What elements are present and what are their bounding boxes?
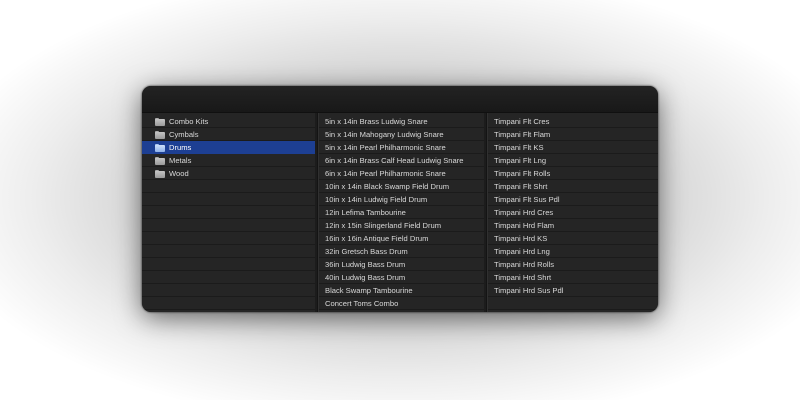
category-item[interactable]: Cymbals xyxy=(142,128,317,141)
instrument-item[interactable]: 16in x 16in Antique Field Drum xyxy=(319,232,486,245)
instrument-item[interactable]: 10in x 14in Black Swamp Field Drum xyxy=(319,180,486,193)
folder-icon xyxy=(155,130,165,139)
instrument-item[interactable]: 12in x 15in Slingerland Field Drum xyxy=(319,219,486,232)
instrument-item[interactable]: 6in x 14in Brass Calf Head Ludwig Snare xyxy=(319,154,486,167)
instrument-item-label: 10in x 14in Ludwig Field Drum xyxy=(325,195,428,204)
articulation-item-label: Timpani Flt KS xyxy=(494,143,544,152)
instrument-item[interactable]: 6in x 14in Pearl Philharmonic Snare xyxy=(319,167,486,180)
folder-icon xyxy=(155,143,165,152)
category-item-label: Metals xyxy=(169,156,192,165)
instrument-item[interactable]: 12in Lefima Tambourine xyxy=(319,206,486,219)
instrument-browser-window: Combo Kits Cymbals Drums Metals Wood 5in x 1… xyxy=(142,86,658,312)
articulation-item[interactable]: Timpani Hrd Flam xyxy=(488,219,658,232)
category-item[interactable]: Metals xyxy=(142,154,317,167)
instrument-item[interactable]: Concert Toms Combo xyxy=(319,297,486,310)
articulation-item[interactable]: Timpani Flt Sus Pdl xyxy=(488,193,658,206)
articulation-item-label: Timpani Flt Lng xyxy=(494,156,547,165)
folder-icon xyxy=(155,117,165,126)
articulation-item-label: Timpani Hrd Flam xyxy=(494,221,555,230)
articulation-item-label: Timpani Flt Sus Pdl xyxy=(494,195,560,204)
articulation-item[interactable]: Timpani Hrd Cres xyxy=(488,206,658,219)
instrument-item-label: 36in Ludwig Bass Drum xyxy=(325,260,406,269)
instrument-item[interactable]: 5in x 14in Brass Ludwig Snare xyxy=(319,115,486,128)
instrument-item-label: 16in x 16in Antique Field Drum xyxy=(325,234,429,243)
category-item[interactable]: Combo Kits xyxy=(142,115,317,128)
articulation-item-label: Timpani Flt Cres xyxy=(494,117,550,126)
column-browser: Combo Kits Cymbals Drums Metals Wood 5in x 1… xyxy=(142,113,658,312)
folder-icon xyxy=(155,169,165,178)
articulation-item[interactable]: Timpani Hrd Shrt xyxy=(488,271,658,284)
category-scrollbar[interactable] xyxy=(315,113,317,312)
category-item[interactable]: Drums xyxy=(142,141,317,154)
instrument-item-label: 12in x 15in Slingerland Field Drum xyxy=(325,221,442,230)
articulation-item-label: Timpani Hrd Sus Pdl xyxy=(494,286,564,295)
articulation-item-label: Timpani Hrd Rolls xyxy=(494,260,555,269)
articulation-item-label: Timpani Hrd Lng xyxy=(494,247,550,256)
instrument-item-label: 32in Gretsch Bass Drum xyxy=(325,247,408,256)
instrument-item-label: 5in x 14in Mahogany Ludwig Snare xyxy=(325,130,444,139)
instrument-item[interactable]: Black Swamp Tambourine xyxy=(319,284,486,297)
category-item-label: Drums xyxy=(169,143,192,152)
articulation-column[interactable]: Timpani Flt Cres Timpani Flt Flam Timpani … xyxy=(487,113,658,312)
articulation-item[interactable]: Timpani Flt Lng xyxy=(488,154,658,167)
articulation-item[interactable]: Timpani Hrd Sus Pdl xyxy=(488,284,658,297)
articulation-item-label: Timpani Flt Shrt xyxy=(494,182,548,191)
instrument-item-label: 5in x 14in Pearl Philharmonic Snare xyxy=(325,143,446,152)
instrument-item-label: 40in Ludwig Bass Drum xyxy=(325,273,406,282)
category-list: Combo Kits Cymbals Drums Metals Wood xyxy=(142,115,317,180)
instrument-list: 5in x 14in Brass Ludwig Snare 5in x 14in … xyxy=(319,115,486,310)
articulation-item-label: Timpani Flt Flam xyxy=(494,130,551,139)
articulation-item[interactable]: Timpani Hrd Rolls xyxy=(488,258,658,271)
instrument-item[interactable]: 36in Ludwig Bass Drum xyxy=(319,258,486,271)
instrument-item-label: 6in x 14in Brass Calf Head Ludwig Snare xyxy=(325,156,464,165)
articulation-item[interactable]: Timpani Flt Shrt xyxy=(488,180,658,193)
articulation-item-label: Timpani Flt Rolls xyxy=(494,169,551,178)
articulation-item[interactable]: Timpani Flt Flam xyxy=(488,128,658,141)
title-bar[interactable] xyxy=(142,86,658,113)
articulation-item[interactable]: Timpani Flt KS xyxy=(488,141,658,154)
category-item[interactable]: Wood xyxy=(142,167,317,180)
articulation-item[interactable]: Timpani Flt Cres xyxy=(488,115,658,128)
instrument-item-label: 10in x 14in Black Swamp Field Drum xyxy=(325,182,450,191)
category-item-label: Wood xyxy=(169,169,189,178)
articulation-item-label: Timpani Hrd Cres xyxy=(494,208,554,217)
articulation-item-label: Timpani Hrd KS xyxy=(494,234,548,243)
articulation-item[interactable]: Timpani Flt Rolls xyxy=(488,167,658,180)
articulation-item-label: Timpani Hrd Shrt xyxy=(494,273,552,282)
instrument-item[interactable]: 5in x 14in Mahogany Ludwig Snare xyxy=(319,128,486,141)
instrument-item-label: Black Swamp Tambourine xyxy=(325,286,413,295)
category-item-label: Cymbals xyxy=(169,130,199,139)
instrument-item-label: 6in x 14in Pearl Philharmonic Snare xyxy=(325,169,446,178)
category-item-label: Combo Kits xyxy=(169,117,209,126)
instrument-item[interactable]: 40in Ludwig Bass Drum xyxy=(319,271,486,284)
instrument-item-label: Concert Toms Combo xyxy=(325,299,399,308)
instrument-item-label: 12in Lefima Tambourine xyxy=(325,208,406,217)
instrument-item[interactable]: 10in x 14in Ludwig Field Drum xyxy=(319,193,486,206)
articulation-item[interactable]: Timpani Hrd KS xyxy=(488,232,658,245)
category-column[interactable]: Combo Kits Cymbals Drums Metals Wood xyxy=(142,113,318,312)
instrument-scrollbar[interactable] xyxy=(484,113,486,312)
articulation-list: Timpani Flt Cres Timpani Flt Flam Timpani … xyxy=(488,115,658,297)
articulation-item[interactable]: Timpani Hrd Lng xyxy=(488,245,658,258)
instrument-column[interactable]: 5in x 14in Brass Ludwig Snare 5in x 14in … xyxy=(318,113,487,312)
backdrop: Combo Kits Cymbals Drums Metals Wood 5in x 1… xyxy=(0,0,800,400)
instrument-item[interactable]: 32in Gretsch Bass Drum xyxy=(319,245,486,258)
instrument-item[interactable]: 5in x 14in Pearl Philharmonic Snare xyxy=(319,141,486,154)
instrument-item-label: 5in x 14in Brass Ludwig Snare xyxy=(325,117,428,126)
folder-icon xyxy=(155,156,165,165)
